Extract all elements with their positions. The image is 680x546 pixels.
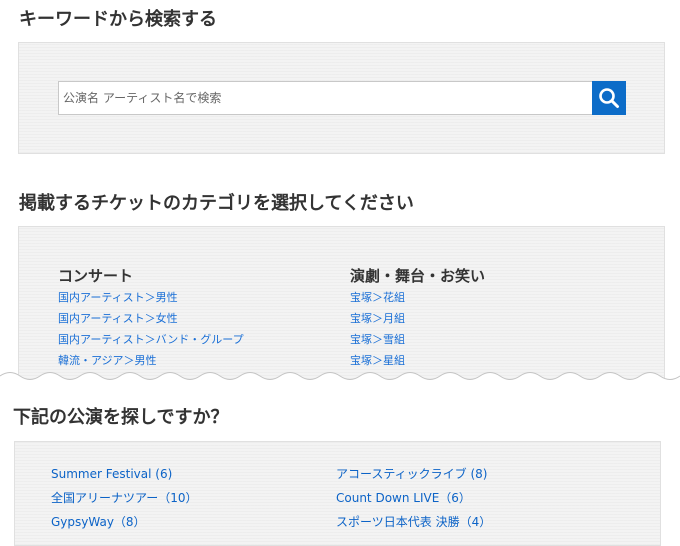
category-section-title: 掲載するチケットのカテゴリを選択してください (19, 193, 414, 214)
keyword-section-title: キーワードから検索する (19, 9, 217, 30)
performance-link[interactable]: スポーツ日本代表 決勝（4） (336, 515, 491, 530)
category-link[interactable]: 宝塚＞月組 (350, 312, 405, 326)
category-title-theater: 演劇・舞台・お笑い (350, 267, 486, 285)
category-title-concert: コンサート (58, 267, 134, 285)
category-link[interactable]: 宝塚＞雪組 (350, 333, 405, 347)
performance-link[interactable]: Count Down LIVE（6） (336, 491, 471, 506)
search-button[interactable] (592, 81, 626, 115)
category-link[interactable]: 国内アーティスト＞男性 (58, 291, 178, 305)
performance-link[interactable]: GypsyWay（8） (51, 515, 146, 530)
category-link[interactable]: 国内アーティスト＞女性 (58, 312, 178, 326)
performance-link[interactable]: 全国アリーナツアー（10） (51, 491, 198, 506)
category-link[interactable]: 宝塚＞花組 (350, 291, 405, 305)
wave-divider (0, 372, 680, 393)
search-input[interactable] (58, 81, 592, 115)
search-icon (599, 88, 619, 108)
category-link[interactable]: 国内アーティスト＞バンド・グループ (58, 333, 244, 347)
suggest-section-title: 下記の公演を探しですか？ (13, 407, 229, 428)
performance-link[interactable]: アコースティックライブ (8) (336, 467, 488, 482)
performance-link[interactable]: Summer Festival (6) (51, 467, 172, 482)
